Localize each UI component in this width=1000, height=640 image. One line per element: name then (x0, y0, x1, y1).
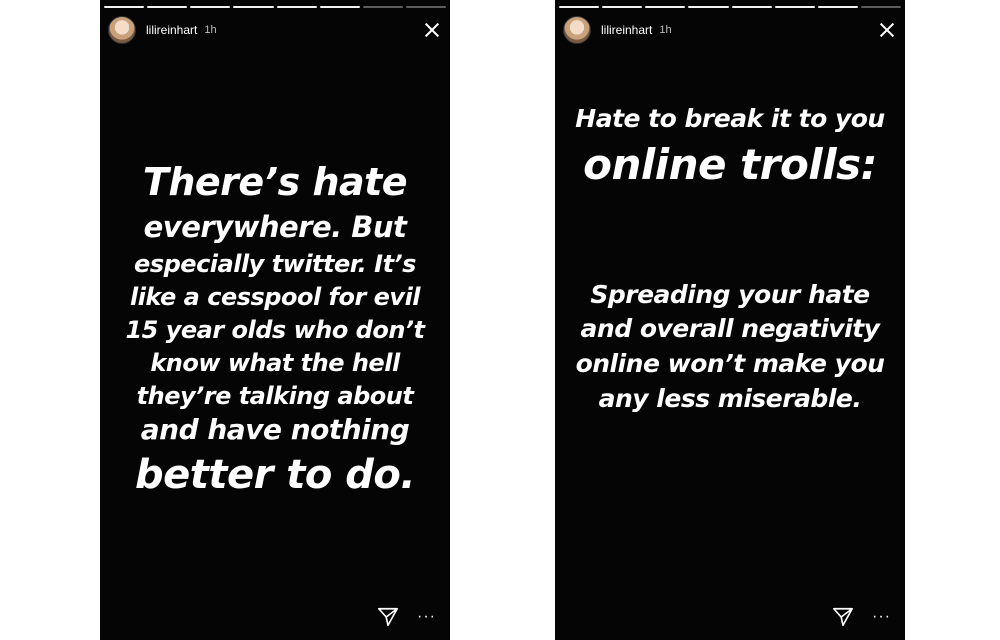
caption-line: everywhere. But (143, 210, 407, 244)
caption-line: know what the hell (150, 349, 400, 377)
progress-segment (405, 6, 446, 8)
caption-line: better to do. (134, 452, 416, 498)
avatar[interactable] (108, 16, 136, 44)
story-footer: ··· (377, 606, 436, 628)
progress-segment (559, 6, 600, 8)
progress-segment (817, 6, 858, 8)
send-icon[interactable] (832, 606, 854, 628)
body-line: Spreading your hate (590, 280, 870, 309)
progress-segment (147, 6, 188, 8)
progress-segment (190, 6, 231, 8)
caption-line: like a cesspool for evil (129, 283, 421, 311)
caption-line: especially twitter. It’s (134, 250, 416, 278)
heading-line: Hate to break it to you (575, 104, 885, 133)
story-header: lilireinhart 1h (108, 16, 442, 44)
close-icon[interactable] (877, 20, 897, 40)
body-line: online won’t make you (575, 349, 885, 378)
story-progress-bar (559, 6, 901, 8)
username[interactable]: lilireinhart (146, 23, 197, 37)
story-panel-left: lilireinhart 1h There’s hate everywhere.… (100, 0, 450, 640)
progress-segment (104, 6, 145, 8)
caption-line: and have nothing (140, 413, 410, 446)
progress-segment (276, 6, 317, 8)
progress-segment (602, 6, 643, 8)
avatar[interactable] (563, 16, 591, 44)
progress-segment (731, 6, 772, 8)
progress-segment (233, 6, 274, 8)
story-panel-right: lilireinhart 1h Hate to break it to you … (555, 0, 905, 640)
timestamp: 1h (204, 24, 217, 36)
body-line: and overall negativity (580, 314, 880, 343)
progress-segment (645, 6, 686, 8)
username[interactable]: lilireinhart (601, 23, 652, 37)
story-header: lilireinhart 1h (563, 16, 897, 44)
progress-segment (319, 6, 360, 8)
progress-segment (362, 6, 403, 8)
caption-line: 15 year olds who don’t (125, 316, 425, 344)
caption-line: they’re talking about (136, 382, 414, 410)
more-options-icon[interactable]: ··· (872, 609, 891, 625)
close-icon[interactable] (422, 20, 442, 40)
timestamp: 1h (659, 24, 672, 36)
more-options-icon[interactable]: ··· (417, 609, 436, 625)
caption-line: There’s hate (142, 160, 408, 204)
progress-segment (774, 6, 815, 8)
heading-line: online trolls: (583, 140, 877, 189)
send-icon[interactable] (377, 606, 399, 628)
story-footer: ··· (832, 606, 891, 628)
progress-segment (860, 6, 901, 8)
story-progress-bar (104, 6, 446, 8)
progress-segment (688, 6, 729, 8)
body-line: any less miserable. (598, 384, 862, 413)
